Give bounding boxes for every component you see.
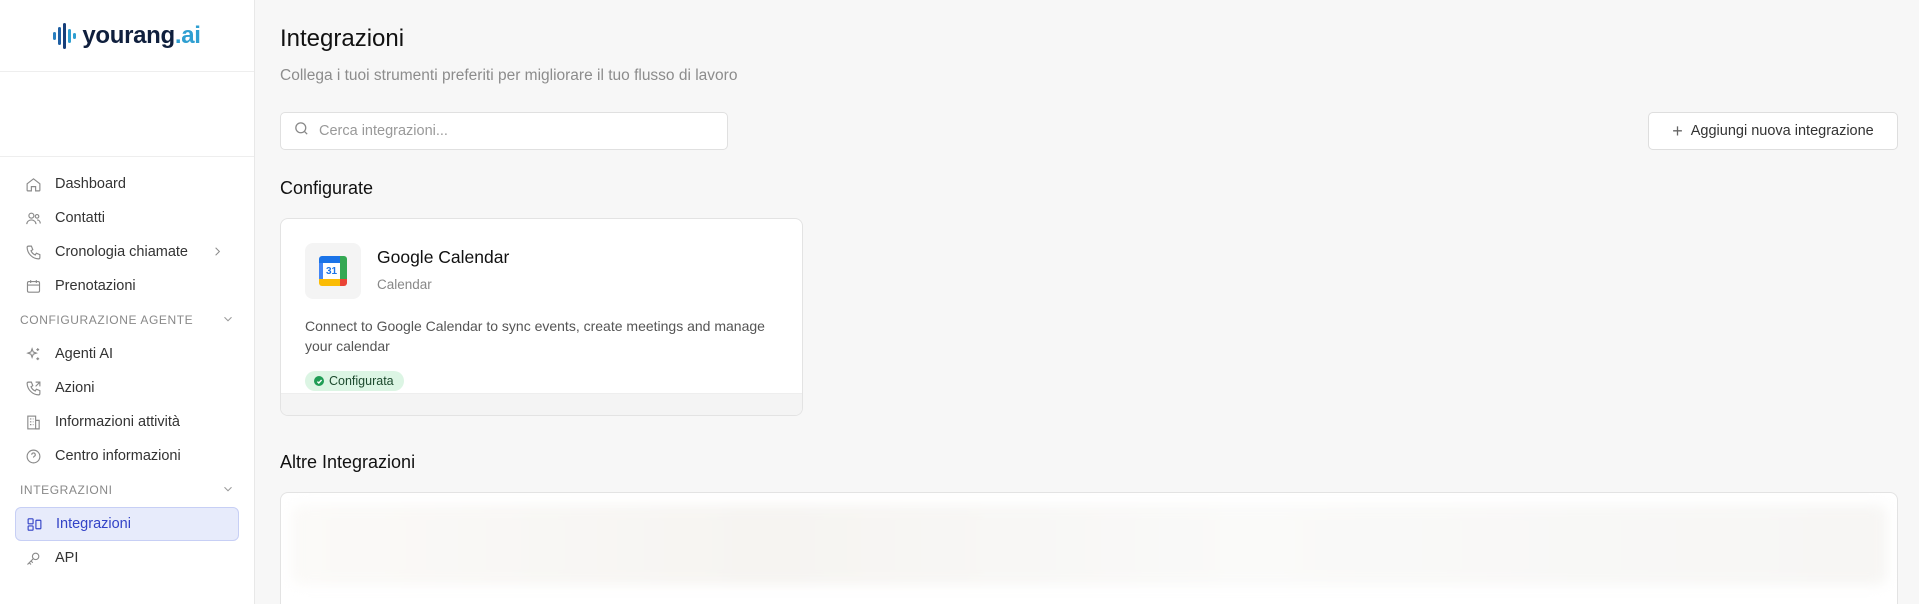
sidebar-item-contatti[interactable]: Contatti xyxy=(15,201,239,235)
page-title: Integrazioni xyxy=(280,25,405,52)
loading-placeholder xyxy=(291,505,1887,585)
sidebar-item-label: Contatti xyxy=(55,210,105,226)
card-title: Google Calendar xyxy=(377,247,510,267)
chevron-down-icon xyxy=(221,482,235,499)
chevron-right-icon[interactable] xyxy=(210,244,225,263)
sidebar-item-prenotazioni[interactable]: Prenotazioni xyxy=(15,269,239,303)
search-box[interactable] xyxy=(280,112,728,150)
sidebar-item-integrazioni[interactable]: Integrazioni xyxy=(15,507,239,541)
help-circle-icon xyxy=(24,447,42,465)
section-header-integrazioni[interactable]: INTEGRAZIONI xyxy=(15,473,239,507)
add-integration-button[interactable]: + Aggiungi nuova integrazione xyxy=(1648,112,1898,150)
sidebar-item-cronologia-chiamate[interactable]: Cronologia chiamate xyxy=(15,235,239,269)
logo-text: yourang.ai xyxy=(82,21,201,49)
sidebar-item-label: Cronologia chiamate xyxy=(55,244,188,260)
add-integration-label: Aggiungi nuova integrazione xyxy=(1690,123,1874,139)
sidebar-item-label: Prenotazioni xyxy=(55,278,136,294)
sidebar-item-azioni[interactable]: Azioni xyxy=(15,371,239,405)
status-badge: Configurata xyxy=(305,371,404,391)
sidebar-item-agenti-ai[interactable]: Agenti AI xyxy=(15,337,239,371)
key-icon xyxy=(24,549,42,567)
sidebar-item-label: API xyxy=(55,550,79,566)
logo[interactable]: yourang.ai xyxy=(0,0,254,72)
home-icon xyxy=(24,175,42,193)
logo-waveform-icon xyxy=(53,22,77,49)
card-footer xyxy=(281,393,802,415)
phone-icon xyxy=(24,243,42,261)
section-heading-altre-integrazioni: Altre Integrazioni xyxy=(280,452,416,472)
workspace-area xyxy=(0,72,254,157)
sidebar-item-informazioni-attivita[interactable]: Informazioni attività xyxy=(15,405,239,439)
sidebar-item-label: Integrazioni xyxy=(56,516,131,532)
sidebar-item-api[interactable]: API xyxy=(15,541,239,575)
section-title: INTEGRAZIONI xyxy=(20,483,113,497)
sidebar-item-label: Centro informazioni xyxy=(55,448,181,464)
other-integrations-panel xyxy=(280,492,1898,604)
sidebar: yourang.ai Dashboard Contatti Cronologia… xyxy=(0,0,255,604)
card-category: Calendar xyxy=(377,277,432,292)
sidebar-item-centro-informazioni[interactable]: Centro informazioni xyxy=(15,439,239,473)
phone-outgoing-icon xyxy=(24,379,42,397)
card-description: Connect to Google Calendar to sync event… xyxy=(305,318,765,354)
sidebar-item-dashboard[interactable]: Dashboard xyxy=(15,167,239,201)
search-input[interactable] xyxy=(319,123,699,139)
sidebar-nav: Dashboard Contatti Cronologia chiamate P… xyxy=(0,157,254,575)
google-calendar-icon: 31 xyxy=(305,243,361,299)
calendar-icon xyxy=(24,277,42,295)
building-icon xyxy=(24,413,42,431)
search-icon xyxy=(293,120,319,142)
section-heading-configurate: Configurate xyxy=(280,178,374,198)
sidebar-item-label: Azioni xyxy=(55,380,95,396)
sparkles-icon xyxy=(24,345,42,363)
layout-icon xyxy=(25,515,43,533)
sidebar-item-label: Agenti AI xyxy=(55,346,114,362)
users-icon xyxy=(24,209,42,227)
plus-icon: + xyxy=(1672,121,1683,141)
integration-card-google-calendar[interactable]: 31 Google Calendar Calendar Connect to G… xyxy=(280,218,803,416)
section-header-configurazione-agente[interactable]: CONFIGURAZIONE AGENTE xyxy=(15,303,239,337)
check-circle-icon xyxy=(314,376,324,386)
sidebar-item-label: Informazioni attività xyxy=(55,414,180,430)
page-subtitle: Collega i tuoi strumenti preferiti per m… xyxy=(280,67,738,84)
sidebar-item-label: Dashboard xyxy=(55,176,126,192)
section-title: CONFIGURAZIONE AGENTE xyxy=(20,313,194,327)
chevron-down-icon xyxy=(221,312,235,329)
status-label: Configurata xyxy=(329,374,394,388)
